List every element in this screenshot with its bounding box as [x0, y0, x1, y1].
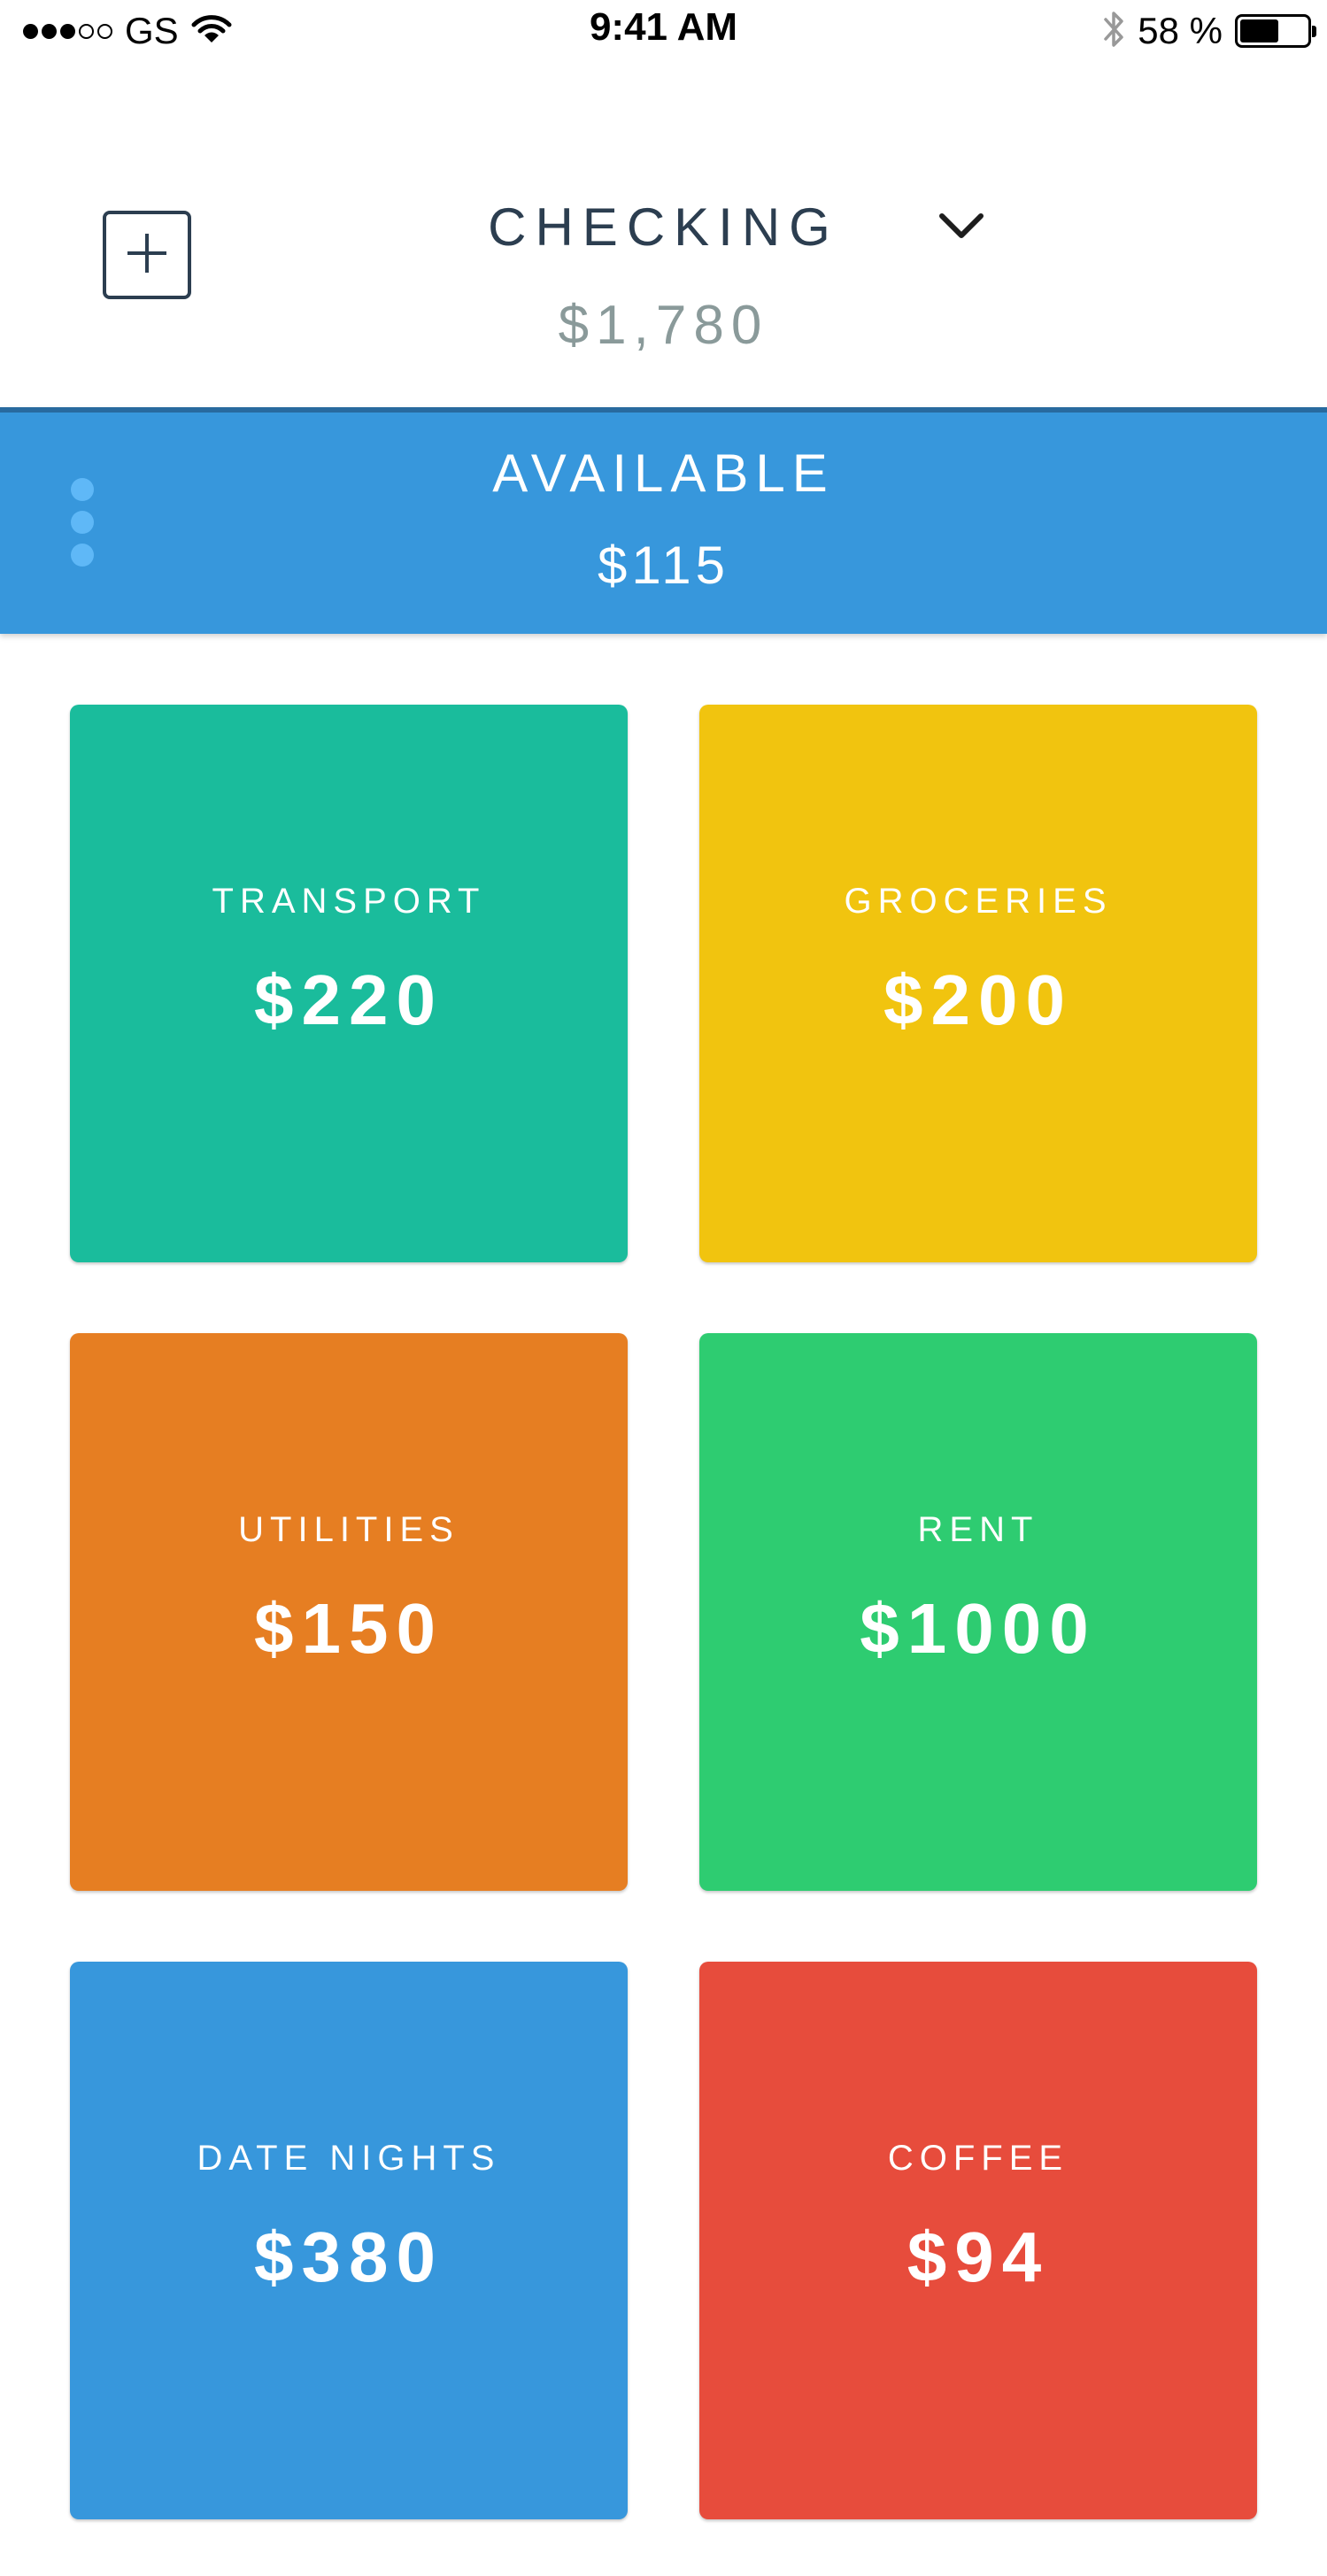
category-card-coffee[interactable]: COFFEE $94: [699, 1962, 1257, 2519]
category-card-groceries[interactable]: GROCERIES $200: [699, 705, 1257, 1262]
chevron-down-icon[interactable]: [937, 207, 986, 243]
signal-dot: [23, 23, 38, 39]
account-header: CHECKING $1,780: [0, 62, 1327, 407]
category-grid: TRANSPORT $220 GROCERIES $200 UTILITIES …: [70, 705, 1257, 2519]
available-label: AVAILABLE: [492, 443, 835, 503]
menu-dot: [71, 511, 94, 534]
carrier-name: GS: [125, 10, 179, 51]
signal-dot: [60, 23, 75, 39]
category-amount: $94: [907, 2217, 1050, 2296]
available-banner: AVAILABLE $115: [0, 407, 1327, 634]
category-card-transport[interactable]: TRANSPORT $220: [70, 705, 628, 1262]
bluetooth-icon: [1102, 9, 1125, 54]
battery-level: [1240, 19, 1278, 42]
account-balance: $1,780: [558, 295, 769, 356]
available-amount: $115: [597, 536, 730, 595]
signal-dot: [42, 23, 57, 39]
category-card-rent[interactable]: RENT $1000: [699, 1333, 1257, 1891]
signal-dot: [97, 23, 112, 39]
category-amount: $200: [883, 960, 1073, 1039]
category-name: DATE NIGHTS: [197, 2139, 501, 2178]
category-name: UTILITIES: [238, 1510, 459, 1549]
category-card-utilities[interactable]: UTILITIES $150: [70, 1333, 628, 1891]
category-card-date-nights[interactable]: DATE NIGHTS $380: [70, 1962, 628, 2519]
signal-dot: [79, 23, 94, 39]
category-amount: $220: [254, 960, 444, 1039]
battery-icon: [1235, 14, 1316, 48]
category-amount: $150: [254, 1589, 444, 1668]
category-name: RENT: [917, 1510, 1039, 1549]
category-amount: $380: [254, 2217, 444, 2296]
battery-percent: 58 %: [1138, 10, 1223, 51]
account-name[interactable]: CHECKING: [488, 197, 839, 257]
status-bar: GS 9:41 AM 58 %: [0, 0, 1327, 62]
status-right: 58 %: [1102, 9, 1316, 54]
category-amount: $1000: [860, 1589, 1097, 1668]
category-name: GROCERIES: [844, 882, 1113, 921]
account-title-row: CHECKING: [0, 197, 1327, 258]
category-name: TRANSPORT: [212, 882, 486, 921]
signal-strength-icon: [23, 23, 112, 39]
category-name: COFFEE: [887, 2139, 1069, 2178]
status-left: GS: [23, 10, 232, 51]
wifi-icon: [191, 14, 232, 49]
